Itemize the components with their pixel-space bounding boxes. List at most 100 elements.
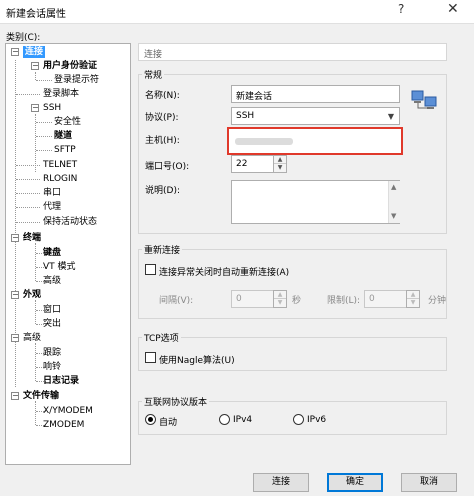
tree-item-trace[interactable]: 跟踪 bbox=[43, 347, 61, 359]
chevron-down-icon: ▼ bbox=[387, 112, 394, 121]
tree-item-tunnel[interactable]: 隧道 bbox=[54, 130, 72, 142]
collapse-toggle-icon[interactable]: − bbox=[31, 104, 39, 112]
tree-item-highlight[interactable]: 突出 bbox=[43, 318, 61, 330]
tree-line bbox=[36, 150, 52, 151]
tree-item-user-auth[interactable]: 用户身份验证 bbox=[43, 60, 97, 72]
collapse-toggle-icon[interactable]: − bbox=[31, 62, 39, 70]
close-icon[interactable]: ✕ bbox=[447, 1, 459, 17]
connect-button[interactable]: 连接 bbox=[253, 473, 309, 492]
category-label: 类别(C): bbox=[6, 33, 41, 43]
tree-item-telnet[interactable]: TELNET bbox=[43, 159, 77, 171]
cancel-button[interactable]: 取消 bbox=[401, 473, 457, 492]
tree-item-logging[interactable]: 日志记录 bbox=[43, 375, 79, 387]
stepper-down-icon[interactable]: ▼ bbox=[274, 299, 286, 307]
stepper-up-icon[interactable]: ▲ bbox=[274, 291, 286, 299]
scroll-up-icon[interactable]: ▲ bbox=[391, 183, 396, 191]
description-textarea[interactable] bbox=[231, 180, 400, 224]
tree-line bbox=[35, 300, 36, 324]
nagle-checkbox[interactable] bbox=[145, 352, 156, 363]
limit-stepper[interactable]: ▲ ▼ bbox=[406, 290, 420, 308]
limit-input[interactable]: 0 bbox=[364, 290, 407, 308]
section-header: 连接 bbox=[138, 43, 447, 61]
help-icon[interactable]: ? bbox=[398, 2, 404, 16]
tree-item-xymodem[interactable]: X/YMODEM bbox=[43, 405, 93, 417]
auto-reconnect-checkbox[interactable] bbox=[145, 264, 156, 275]
tree-line bbox=[36, 80, 52, 81]
network-icon bbox=[411, 90, 437, 109]
interval-input[interactable]: 0 bbox=[231, 290, 274, 308]
ipv4-label[interactable]: IPv4 bbox=[233, 415, 252, 425]
ip-auto-radio[interactable] bbox=[145, 414, 156, 425]
protocol-label: 协议(P): bbox=[145, 113, 179, 123]
category-tree[interactable]: − 连接 − 用户身份验证 登录提示符 登录脚本 − SSH 安全性 隧道 SF… bbox=[5, 43, 131, 465]
host-input[interactable] bbox=[227, 127, 403, 155]
tree-item-serial[interactable]: 串口 bbox=[43, 187, 61, 199]
ipv6-label[interactable]: IPv6 bbox=[307, 415, 326, 425]
stepper-up-icon[interactable]: ▲ bbox=[274, 156, 286, 164]
protocol-select[interactable]: SSH ▼ bbox=[231, 107, 400, 125]
name-input[interactable]: 新建会话 bbox=[231, 85, 400, 103]
ip-version-legend: 互联网协议版本 bbox=[142, 395, 210, 408]
tree-line bbox=[35, 343, 36, 381]
stepper-down-icon[interactable]: ▼ bbox=[407, 299, 419, 307]
tree-line bbox=[16, 193, 40, 194]
auto-reconnect-label[interactable]: 连接异常关闭时自动重新连接(A) bbox=[159, 265, 289, 278]
interval-label: 间隔(V): bbox=[159, 296, 194, 306]
tree-item-advanced[interactable]: 高级 bbox=[23, 332, 41, 344]
stepper-down-icon[interactable]: ▼ bbox=[274, 164, 286, 172]
nagle-label[interactable]: 使用Nagle算法(U) bbox=[159, 353, 235, 366]
ipv4-radio[interactable] bbox=[219, 414, 230, 425]
stepper-up-icon[interactable]: ▲ bbox=[407, 291, 419, 299]
tree-item-login-script[interactable]: 登录脚本 bbox=[43, 88, 79, 100]
tree-line bbox=[16, 179, 40, 180]
tcp-legend: TCP选项 bbox=[142, 331, 181, 344]
tree-item-bell[interactable]: 响铃 bbox=[43, 361, 61, 373]
tree-item-proxy[interactable]: 代理 bbox=[43, 201, 61, 213]
tree-item-file-transfer[interactable]: 文件传输 bbox=[23, 390, 59, 402]
collapse-toggle-icon[interactable]: − bbox=[11, 234, 19, 242]
tree-item-vt-mode[interactable]: VT 模式 bbox=[43, 261, 76, 273]
tree-item-zmodem[interactable]: ZMODEM bbox=[43, 419, 84, 431]
ipv6-radio[interactable] bbox=[293, 414, 304, 425]
tree-item-rlogin[interactable]: RLOGIN bbox=[43, 173, 77, 185]
tree-item-keyboard[interactable]: 键盘 bbox=[43, 247, 61, 259]
tree-item-connection[interactable]: 连接 bbox=[23, 46, 46, 58]
tree-item-terminal[interactable]: 终端 bbox=[23, 232, 41, 244]
port-stepper[interactable]: ▲ ▼ bbox=[273, 155, 287, 173]
name-label: 名称(N): bbox=[145, 91, 180, 101]
collapse-toggle-icon[interactable]: − bbox=[11, 48, 19, 56]
port-input[interactable]: 22 bbox=[231, 155, 274, 173]
interval-stepper[interactable]: ▲ ▼ bbox=[273, 290, 287, 308]
tree-item-security[interactable]: 安全性 bbox=[54, 116, 81, 128]
tree-item-login-prompt[interactable]: 登录提示符 bbox=[54, 74, 99, 86]
description-scrollbar[interactable]: ▲ ▼ bbox=[388, 181, 400, 223]
general-legend: 常规 bbox=[142, 68, 165, 81]
minutes-unit: 分钟 bbox=[428, 296, 447, 306]
window-title: 新建会话属性 bbox=[6, 9, 66, 20]
tree-item-appearance[interactable]: 外观 bbox=[23, 289, 41, 301]
reconnect-legend: 重新连接 bbox=[142, 243, 183, 256]
ip-auto-label[interactable]: 自动 bbox=[159, 415, 177, 428]
section-title: 连接 bbox=[144, 50, 163, 60]
tree-item-terminal-advanced[interactable]: 高级 bbox=[43, 275, 61, 287]
ok-button[interactable]: 确定 bbox=[327, 473, 383, 492]
tree-item-window[interactable]: 窗口 bbox=[43, 304, 61, 316]
tree-item-keepalive[interactable]: 保持活动状态 bbox=[43, 216, 97, 228]
collapse-toggle-icon[interactable]: − bbox=[11, 334, 19, 342]
scroll-down-icon[interactable]: ▼ bbox=[391, 212, 396, 220]
collapse-toggle-icon[interactable]: − bbox=[11, 291, 19, 299]
tree-line bbox=[35, 72, 36, 80]
tree-line bbox=[35, 401, 36, 425]
tree-line bbox=[16, 207, 40, 208]
tree-item-ssh[interactable]: SSH bbox=[43, 102, 61, 114]
tree-line bbox=[16, 94, 40, 95]
tree-item-sftp[interactable]: SFTP bbox=[54, 144, 76, 156]
tree-line bbox=[16, 222, 40, 223]
reconnect-group bbox=[138, 249, 447, 319]
title-bar: 新建会话属性 ? ✕ bbox=[0, 0, 474, 24]
collapse-toggle-icon[interactable]: − bbox=[11, 392, 19, 400]
redacted-host-text bbox=[235, 138, 293, 145]
limit-label: 限制(L): bbox=[327, 296, 361, 306]
port-label: 端口号(O): bbox=[145, 162, 190, 172]
tree-line bbox=[36, 122, 52, 123]
